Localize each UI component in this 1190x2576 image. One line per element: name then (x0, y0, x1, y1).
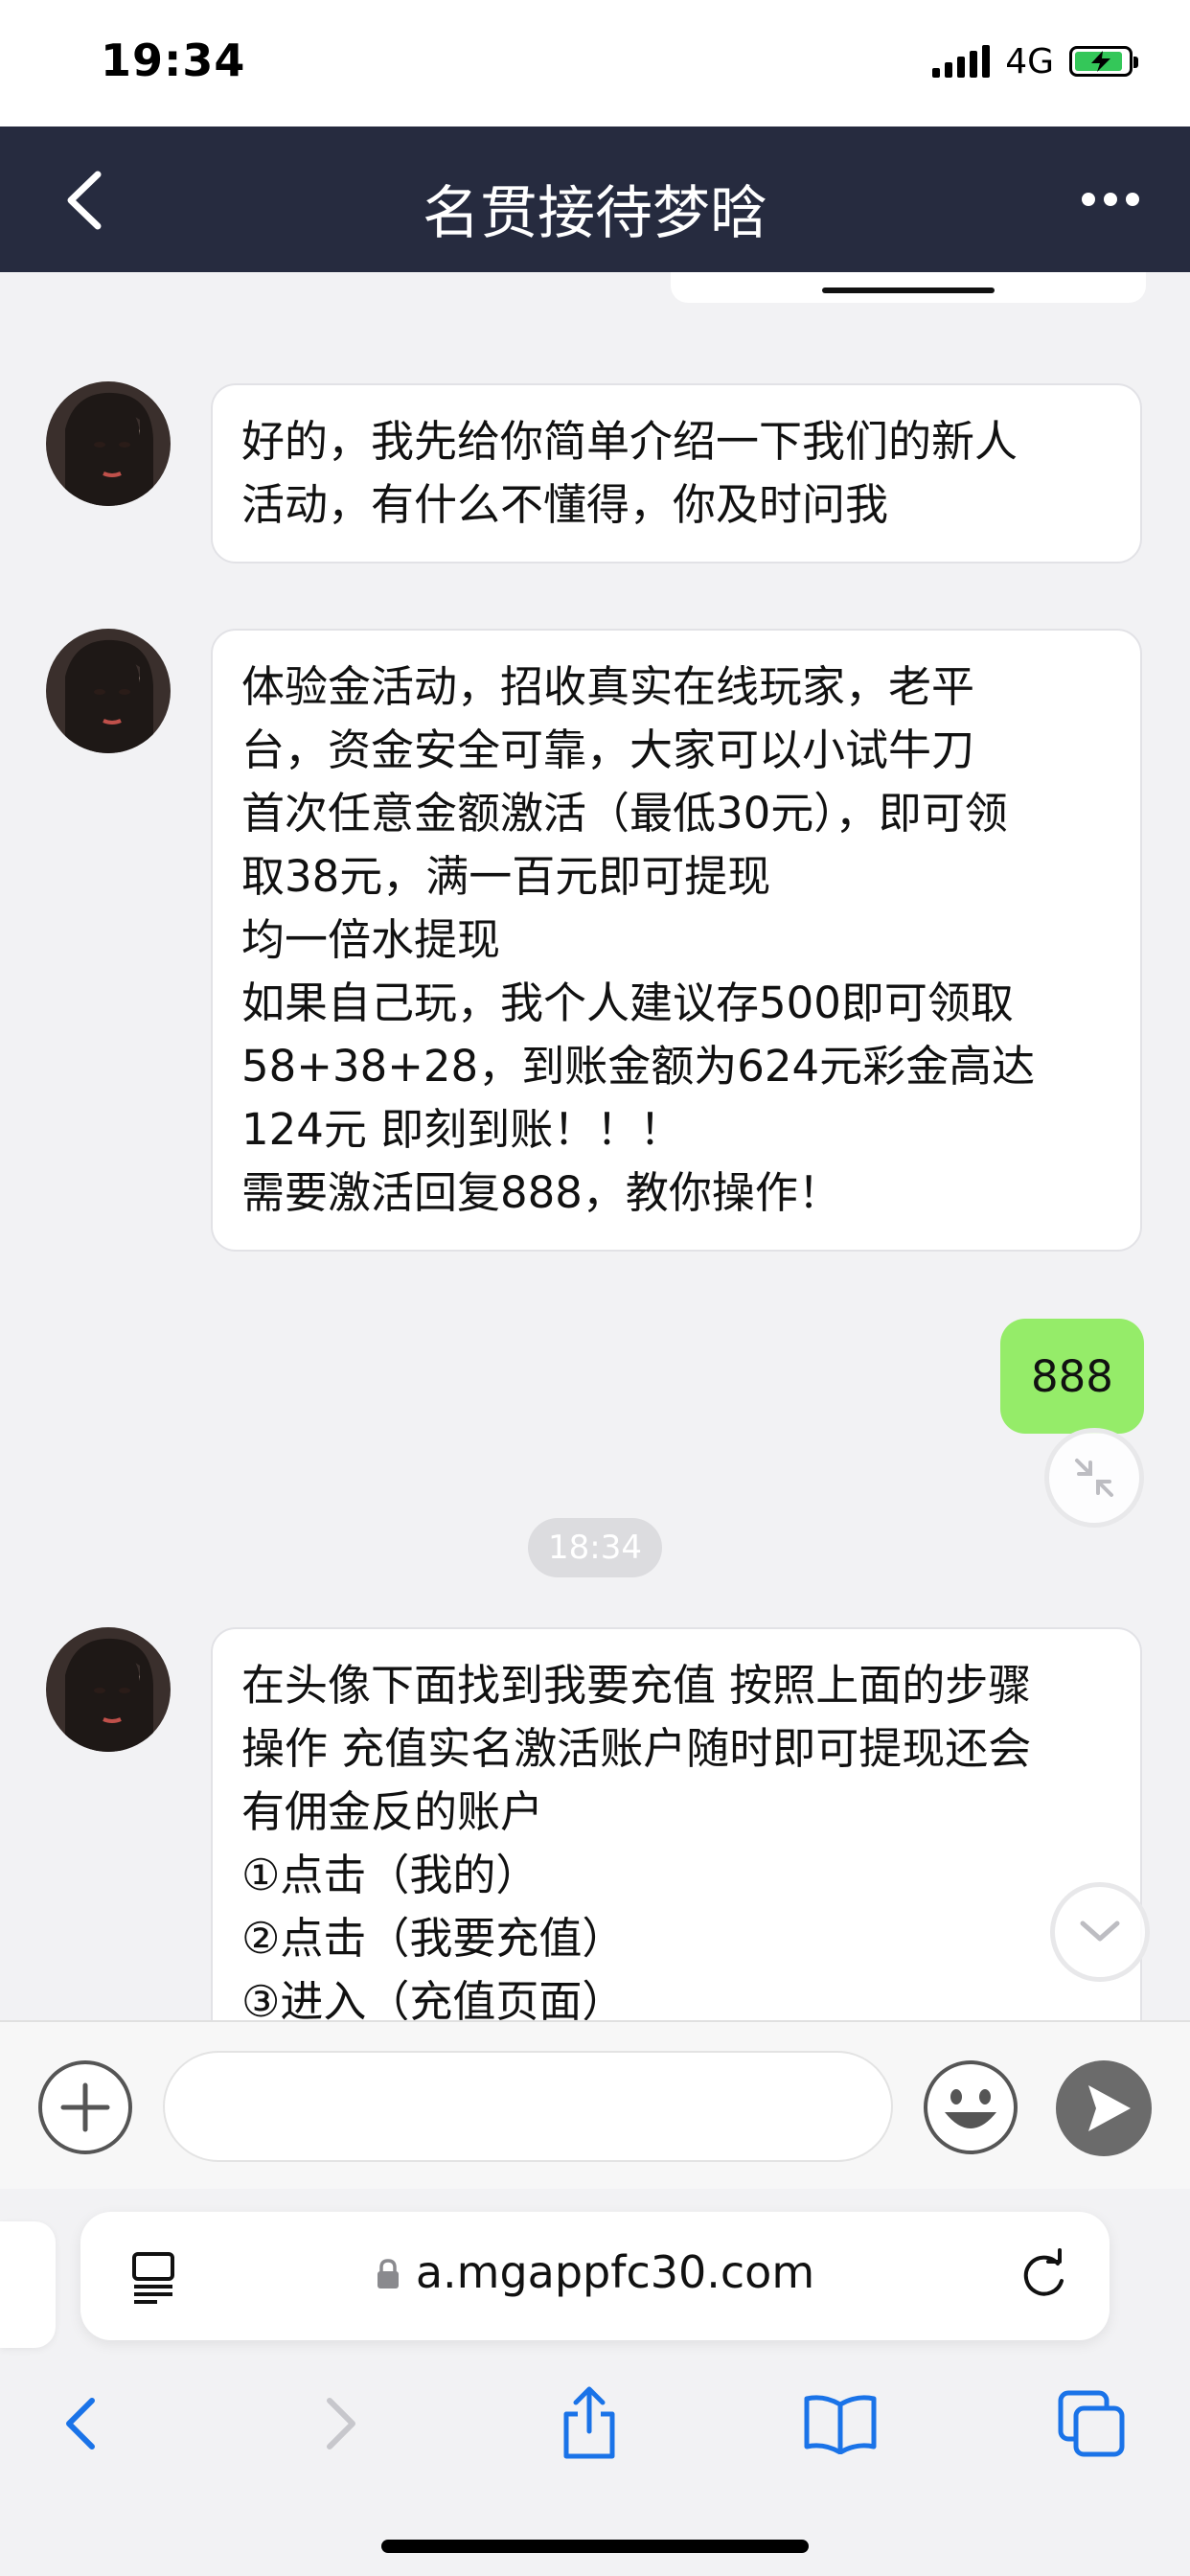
tabs-icon[interactable] (1048, 2380, 1134, 2467)
home-indicator (381, 2540, 809, 2553)
avatar[interactable] (46, 1627, 171, 1752)
browser-toolbar (0, 2380, 1190, 2496)
send-arrow-icon[interactable] (1054, 2058, 1154, 2158)
message-text: 58+38+28，到账金额为624元彩金高达 (241, 1041, 1036, 1092)
browser-toolbar-area: a.mgappfc30.com (0, 2189, 1190, 2576)
plus-circle-icon[interactable] (36, 2058, 134, 2156)
back-arrow-icon[interactable] (38, 2380, 125, 2467)
address-bar[interactable]: a.mgappfc30.com (80, 2212, 1110, 2340)
charging-bolt-icon (1091, 51, 1110, 72)
avatar[interactable] (46, 381, 171, 506)
avatar[interactable] (46, 629, 171, 753)
message-text: 有佣金反的账户 (241, 1786, 544, 1837)
chat-message-list[interactable]: 好的，我先给你简单介绍一下我们的新人 活动，有什么不懂得，你及时问我 体验金活动… (0, 272, 1190, 2020)
signal-icon (932, 45, 991, 78)
chevron-down-icon[interactable] (1050, 1882, 1150, 1982)
message-bubble-incoming[interactable]: 在头像下面找到我要充值 按照上面的步骤 操作 充值实名激活账户随时即可提现还会 … (211, 1627, 1142, 2020)
message-text: 在头像下面找到我要充值 按照上面的步骤 (241, 1660, 1032, 1711)
message-text: ①点击（我的） (241, 1850, 539, 1900)
message-text: 体验金活动，招收真实在线玩家，老平 (241, 661, 975, 712)
lock-icon (377, 2259, 399, 2288)
url-text: a.mgappfc30.com (415, 2246, 815, 2298)
message-text: ③进入（充值页面） (241, 1976, 626, 2020)
scroll-handle[interactable] (822, 288, 995, 293)
adjacent-tab-edge[interactable] (0, 2221, 56, 2348)
message-input[interactable] (163, 2051, 893, 2162)
emoji-smile-icon[interactable] (922, 2058, 1019, 2156)
chat-title: 名贯接待梦晗 (423, 180, 767, 247)
status-bar: 19:34 4G (0, 0, 1190, 126)
network-label: 4G (1005, 41, 1054, 81)
timestamp-chip: 18:34 (528, 1518, 662, 1577)
message-text: 首次任意金额激活（最低30元），即可领 (241, 788, 1008, 839)
message-bubble-incoming[interactable]: 好的，我先给你简单介绍一下我们的新人 活动，有什么不懂得，你及时问我 (211, 383, 1142, 564)
share-icon[interactable] (546, 2380, 632, 2467)
chat-header: 名贯接待梦晗 (0, 126, 1190, 272)
avatar-photo (46, 381, 171, 506)
message-text: 124元 即刻到账！！！ (241, 1104, 683, 1155)
battery-icon (1069, 46, 1138, 77)
message-text: 取38元，满一百元即可提现 (241, 851, 771, 902)
reload-icon[interactable] (1016, 2248, 1071, 2304)
bookmarks-book-icon[interactable] (797, 2380, 883, 2467)
message-bubble-incoming[interactable]: 体验金活动，招收真实在线玩家，老平 台，资金安全可靠，大家可以小试牛刀 首次任意… (211, 629, 1142, 1252)
message-text: 活动，有什么不懂得，你及时问我 (241, 479, 889, 530)
avatar-photo (46, 629, 171, 753)
message-bubble-outgoing[interactable]: 888 (1000, 1319, 1144, 1434)
collapse-arrows-icon[interactable] (1044, 1428, 1144, 1528)
status-indicators: 4G (932, 41, 1138, 81)
avatar-photo (46, 1627, 171, 1752)
message-text: 均一倍水提现 (241, 914, 501, 965)
message-text: 需要激活回复888，教你操作！ (241, 1167, 841, 1218)
message-text: 操作 充值实名激活账户随时即可提现还会 (241, 1723, 1032, 1774)
message-text: ②点击（我要充值） (241, 1913, 626, 1964)
message-text: 好的，我先给你简单介绍一下我们的新人 (241, 416, 1018, 467)
forward-arrow-icon[interactable] (297, 2380, 383, 2467)
url-display[interactable]: a.mgappfc30.com (80, 2246, 1110, 2298)
more-dots-icon[interactable] (1079, 180, 1142, 218)
message-text: 台，资金安全可靠，大家可以小试牛刀 (241, 724, 975, 775)
message-input-bar (0, 2020, 1190, 2191)
status-time: 19:34 (101, 34, 246, 86)
message-text: 如果自己玩，我个人建议存500即可领取 (241, 978, 1014, 1028)
